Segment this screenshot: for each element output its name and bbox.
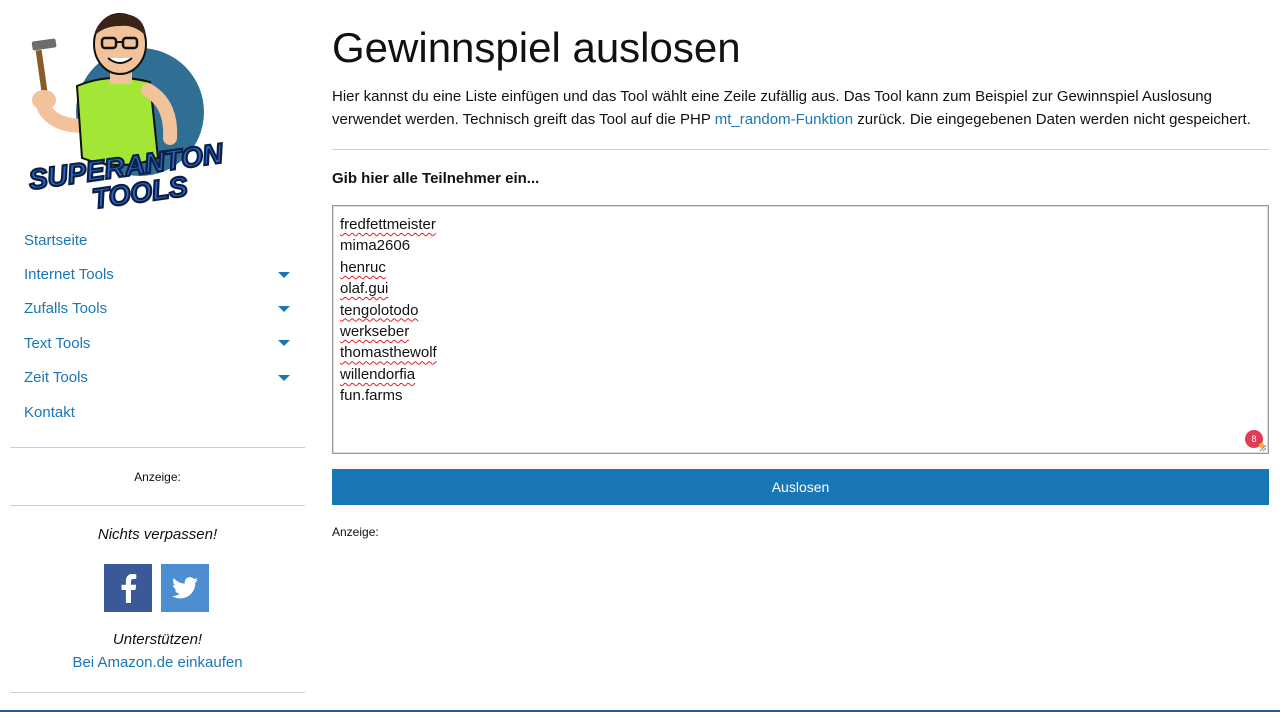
participant-line: thomasthewolf	[340, 344, 437, 362]
sidebar-divider	[10, 505, 305, 506]
twitter-button[interactable]	[161, 564, 209, 612]
social-links	[104, 564, 209, 612]
caret-down-icon[interactable]	[278, 374, 290, 381]
twitter-icon	[172, 577, 198, 599]
nav-item-internet-tools[interactable]: Internet Tools	[24, 257, 296, 291]
sidebar-nav: Startseite Internet Tools Zufalls Tools …	[24, 223, 296, 429]
sidebar-divider	[10, 447, 305, 448]
nav-item-label: Startseite	[24, 231, 88, 249]
participant-line: fredfettmeister	[340, 216, 436, 233]
facebook-icon	[121, 574, 137, 603]
follow-heading: Nichts verpassen!	[97, 526, 218, 543]
caret-down-icon[interactable]	[278, 305, 290, 312]
nav-item-startseite[interactable]: Startseite	[24, 223, 296, 257]
caret-down-icon[interactable]	[278, 271, 290, 278]
mt-random-link[interactable]: mt_random-Funktion	[715, 111, 853, 128]
support-heading: Unterstützen!	[112, 631, 203, 648]
description-text: zurück. Die eingegebenen Daten werden ni…	[853, 111, 1251, 128]
nav-item-label: Zufalls Tools	[24, 300, 108, 318]
sidebar-divider	[10, 692, 305, 693]
nav-item-label: Zeit Tools	[24, 369, 88, 387]
participants-prompt: Gib hier alle Teilnehmer ein...	[332, 170, 540, 187]
auslosen-button[interactable]: Auslosen	[332, 469, 1269, 505]
page-description: Hier kannst du eine Liste einfügen und d…	[332, 85, 1269, 131]
sidebar-ad-label: Anzeige:	[134, 470, 181, 484]
resize-grip-icon[interactable]	[1259, 444, 1267, 452]
participant-line: mima2606	[340, 237, 411, 255]
nav-item-label: Kontakt	[24, 403, 75, 421]
facebook-button[interactable]	[104, 564, 152, 612]
participant-line: fun.farms	[340, 387, 403, 405]
sidebar: SUPERANTON TOOLS Startseite Internet Too…	[0, 0, 314, 712]
main-ad-label: Anzeige:	[332, 525, 379, 539]
hammer-icon	[31, 38, 57, 99]
nav-item-text-tools[interactable]: Text Tools	[24, 326, 296, 360]
nav-item-zufalls-tools[interactable]: Zufalls Tools	[24, 292, 296, 326]
participant-line: willendorfia	[340, 365, 416, 383]
page-title: Gewinnspiel auslosen	[332, 24, 741, 71]
participant-line: tengolotodo	[340, 301, 419, 319]
participant-line: olaf.gui	[340, 280, 389, 298]
nav-item-zeit-tools[interactable]: Zeit Tools	[24, 361, 296, 395]
nav-item-kontakt[interactable]: Kontakt	[24, 395, 296, 429]
caret-down-icon[interactable]	[278, 340, 290, 347]
nav-item-label: Internet Tools	[24, 266, 114, 284]
participant-line: werkseber	[340, 323, 410, 341]
amazon-link[interactable]: Bei Amazon.de einkaufen	[10, 654, 305, 671]
content-divider	[332, 149, 1269, 150]
participant-line: henruc	[340, 258, 386, 276]
superanton-tools-logo[interactable]: SUPERANTON TOOLS	[22, 8, 228, 212]
participants-textarea[interactable]: fredfettmeister mima2606 henruc olaf.gui…	[332, 205, 1269, 454]
nav-item-label: Text Tools	[24, 334, 91, 352]
